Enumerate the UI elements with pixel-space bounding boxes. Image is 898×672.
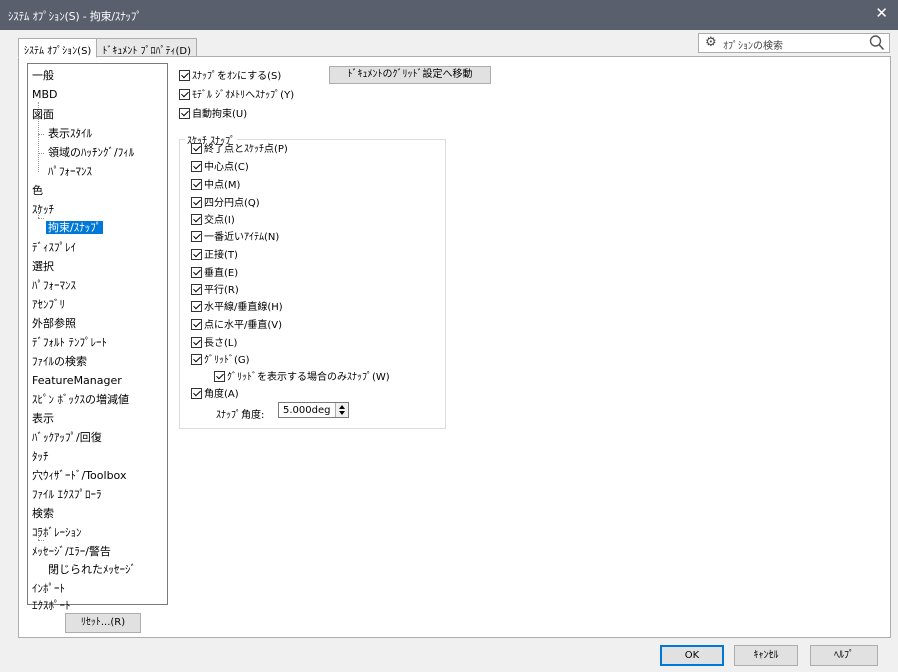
- checkbox-checked-icon: [191, 143, 202, 154]
- tree-item-mbd[interactable]: MBD: [32, 88, 58, 101]
- options-panel: 一般 MBD 図面 表示ｽﾀｲﾙ 領域のﾊｯﾁﾝｸﾞ/ﾌｨﾙ ﾊﾟﾌｫｰﾏﾝｽ …: [18, 56, 891, 638]
- tree-line: [38, 134, 44, 135]
- spin-arrows[interactable]: [335, 403, 348, 417]
- checkbox-checked-icon: [191, 197, 202, 208]
- tree-item-colors[interactable]: 色: [32, 184, 43, 197]
- options-search-input[interactable]: ⚙ ｵﾌﾟｼｮﾝの検索: [698, 33, 890, 53]
- go-to-grid-settings-button[interactable]: ﾄﾞｷｭﾒﾝﾄのｸﾞﾘｯﾄﾞ設定へ移動: [329, 66, 491, 84]
- title-bar: ｼｽﾃﾑ ｵﾌﾟｼｮﾝ(S) - 拘束/ｽﾅｯﾌﾟ ✕: [0, 0, 898, 30]
- checkbox-checked-icon: [191, 337, 202, 348]
- checkbox-checked-icon: [191, 214, 202, 225]
- snap-parallel-checkbox[interactable]: 平行(R): [191, 284, 239, 297]
- checkbox-checked-icon: [191, 267, 202, 278]
- options-tree[interactable]: 一般 MBD 図面 表示ｽﾀｲﾙ 領域のﾊｯﾁﾝｸﾞ/ﾌｨﾙ ﾊﾟﾌｫｰﾏﾝｽ …: [27, 63, 168, 612]
- tree-item-display[interactable]: ﾃﾞｨｽﾌﾟﾚｲ: [32, 241, 76, 254]
- tree-line: [38, 218, 44, 219]
- tree-item-display-style[interactable]: 表示ｽﾀｲﾙ: [48, 127, 92, 140]
- snap-center-points-checkbox[interactable]: 中心点(C): [191, 161, 249, 174]
- tree-item-assemblies[interactable]: ｱｾﾝﾌﾞﾘ: [32, 298, 65, 311]
- checkbox-checked-icon: [191, 388, 202, 399]
- tree-item-sketch[interactable]: ｽｹｯﾁ: [32, 203, 54, 216]
- snap-quadrant-points-checkbox[interactable]: 四分円点(Q): [191, 197, 260, 210]
- snap-angle-label: ｽﾅｯﾌﾟ角度:: [216, 410, 265, 421]
- tab-document-properties[interactable]: ﾄﾞｷｭﾒﾝﾄ ﾌﾟﾛﾊﾟﾃｨ(D): [96, 38, 198, 57]
- tree-item-collaboration[interactable]: ｺﾗﾎﾞﾚｰｼｮﾝ: [32, 526, 82, 539]
- checkbox-checked-icon: [191, 179, 202, 190]
- checkbox-checked-icon: [191, 354, 202, 365]
- snap-tangent-checkbox[interactable]: 正接(T): [191, 249, 238, 262]
- tree-item-spin-box-increments[interactable]: ｽﾋﾟﾝ ﾎﾞｯｸｽの増減値: [32, 393, 129, 406]
- tree-item-external-references[interactable]: 外部参照: [32, 317, 76, 330]
- spin-up-icon[interactable]: [339, 405, 345, 409]
- spin-down-icon[interactable]: [339, 411, 345, 415]
- tree-item-messages-errors-warnings[interactable]: ﾒｯｾｰｼﾞ/ｴﾗｰ/警告: [32, 545, 111, 558]
- tab-system-options[interactable]: ｼｽﾃﾑ ｵﾌﾟｼｮﾝ(S): [18, 38, 98, 58]
- cancel-button[interactable]: ｷｬﾝｾﾙ: [734, 645, 798, 666]
- tree-line: [38, 153, 44, 154]
- checkbox-checked-icon: [191, 231, 202, 242]
- checkbox-checked-icon: [191, 301, 202, 312]
- tree-line: [38, 540, 44, 541]
- tree-item-default-templates[interactable]: ﾃﾞﾌｫﾙﾄ ﾃﾝﾌﾟﾚｰﾄ: [32, 336, 107, 349]
- tree-item-export[interactable]: ｴｸｽﾎﾟｰﾄ: [32, 599, 71, 612]
- tree-item-relations-snaps[interactable]: 拘束/ｽﾅｯﾌﾟ: [46, 221, 104, 234]
- tree-item-selection[interactable]: 選択: [32, 260, 54, 273]
- tree-item-view[interactable]: 表示: [32, 412, 54, 425]
- reset-button[interactable]: ﾘｾｯﾄ...(R): [65, 613, 141, 633]
- tab-strip: ｼｽﾃﾑ ｵﾌﾟｼｮﾝ(S) ﾄﾞｷｭﾒﾝﾄ ﾌﾟﾛﾊﾟﾃｨ(D): [18, 38, 198, 58]
- close-icon[interactable]: ✕: [875, 6, 888, 21]
- checkbox-checked-icon: [179, 70, 190, 81]
- snap-intersections-checkbox[interactable]: 交点(I): [191, 214, 235, 227]
- tree-item-file-explorer[interactable]: ﾌｧｲﾙ ｴｸｽﾌﾟﾛｰﾗ: [32, 488, 102, 501]
- snap-midpoints-checkbox[interactable]: 中点(M): [191, 179, 240, 192]
- tree-item-drawings[interactable]: 図面: [32, 108, 54, 121]
- checkbox-checked-icon: [191, 161, 202, 172]
- checkbox-checked-icon: [179, 89, 190, 100]
- tree-item-hole-wizard-toolbox[interactable]: 穴ｳｨｻﾞｰﾄﾞ/Toolbox: [32, 469, 126, 482]
- snap-horizontal-vertical-lines-checkbox[interactable]: 水平線/垂直線(H): [191, 301, 283, 314]
- snap-endpoints-checkbox[interactable]: 終了点とｽｹｯﾁ点(P): [191, 143, 288, 156]
- snap-angle-value[interactable]: 5.000deg: [283, 405, 330, 416]
- checkbox-checked-icon: [191, 284, 202, 295]
- tree-item-dismissed-messages[interactable]: 閉じられたﾒｯｾｰｼﾞ: [48, 563, 136, 576]
- checkbox-checked-icon: [191, 249, 202, 260]
- search-placeholder: ｵﾌﾟｼｮﾝの検索: [723, 41, 783, 52]
- window-title: ｼｽﾃﾑ ｵﾌﾟｼｮﾝ(S) - 拘束/ｽﾅｯﾌﾟ: [8, 10, 142, 23]
- snap-only-when-grid-displayed-checkbox[interactable]: ｸﾞﾘｯﾄﾞを表示する場合のみｽﾅｯﾌﾟ(W): [214, 371, 390, 384]
- tree-item-featuremanager[interactable]: FeatureManager: [32, 374, 122, 387]
- snap-angle-spinbox[interactable]: 5.000deg: [278, 402, 349, 418]
- tree-item-performance[interactable]: ﾊﾟﾌｫｰﾏﾝｽ: [32, 279, 76, 292]
- checkbox-checked-icon: [214, 371, 225, 382]
- tree-item-import[interactable]: ｲﾝﾎﾟｰﾄ: [32, 582, 65, 595]
- tree-item-general[interactable]: 一般: [32, 69, 54, 82]
- help-button[interactable]: ﾍﾙﾌﾟ: [810, 645, 878, 666]
- snap-horizontal-vertical-to-points-checkbox[interactable]: 点に水平/垂直(V): [191, 319, 282, 332]
- automatic-relations-checkbox[interactable]: 自動拘束(U): [179, 108, 247, 121]
- snap-grid-checkbox[interactable]: ｸﾞﾘｯﾄﾞ(G): [191, 354, 250, 367]
- ok-button[interactable]: OK: [660, 645, 724, 666]
- tree-item-file-locations[interactable]: ﾌｧｲﾙの検索: [32, 355, 87, 368]
- snap-length-checkbox[interactable]: 長さ(L): [191, 337, 237, 350]
- snap-nearest-checkbox[interactable]: 一番近いｱｲﾃﾑ(N): [191, 231, 279, 244]
- tree-item-area-hatch[interactable]: 領域のﾊｯﾁﾝｸﾞ/ﾌｨﾙ: [48, 146, 134, 159]
- snap-perpendicular-checkbox[interactable]: 垂直(E): [191, 267, 238, 280]
- tree-item-touch[interactable]: ﾀｯﾁ: [32, 450, 49, 463]
- tree-item-drawing-performance[interactable]: ﾊﾟﾌｫｰﾏﾝｽ: [48, 165, 92, 178]
- tree-item-backup-recover[interactable]: ﾊﾞｯｸｱｯﾌﾟ/回復: [32, 431, 102, 444]
- snap-to-model-geometry-checkbox[interactable]: ﾓﾃﾞﾙ ｼﾞｵﾒﾄﾘへｽﾅｯﾌﾟ(Y): [179, 89, 294, 102]
- gear-icon: ⚙: [705, 35, 717, 50]
- search-icon[interactable]: [869, 34, 885, 55]
- checkbox-checked-icon: [179, 108, 190, 119]
- checkbox-checked-icon: [191, 319, 202, 330]
- enable-snapping-checkbox[interactable]: ｽﾅｯﾌﾟをｵﾝにする(S): [179, 70, 281, 83]
- tree-item-search[interactable]: 検索: [32, 507, 54, 520]
- snap-angle-checkbox[interactable]: 角度(A): [191, 388, 239, 401]
